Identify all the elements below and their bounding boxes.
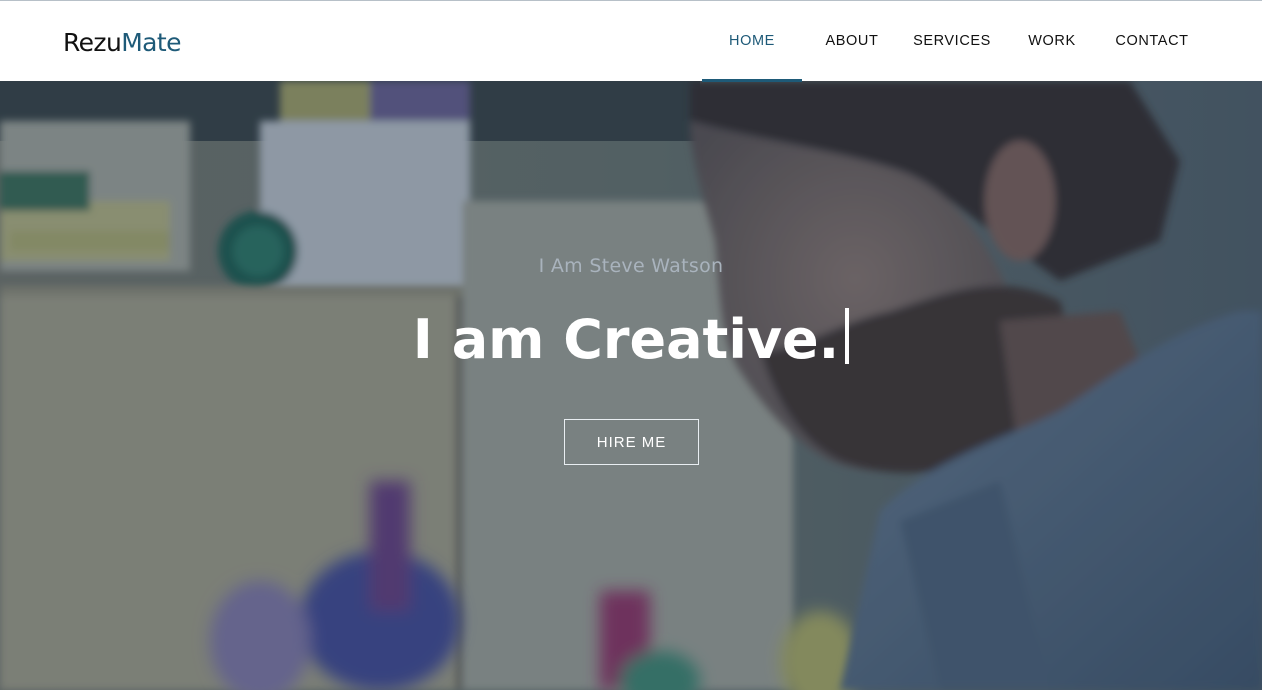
hero-title: I am Creative. bbox=[0, 305, 1262, 375]
hero-section: I Am Steve Watson I am Creative. HIRE ME bbox=[0, 81, 1262, 690]
hero-subtitle: I Am Steve Watson bbox=[538, 255, 724, 277]
brand-logo-part2: Mate bbox=[121, 28, 181, 57]
nav-item-contact[interactable]: CONTACT bbox=[1106, 1, 1198, 81]
typing-cursor bbox=[845, 308, 850, 364]
brand-logo[interactable]: RezuMate bbox=[63, 27, 181, 59]
nav-item-about[interactable]: ABOUT bbox=[816, 1, 888, 81]
nav-item-services[interactable]: SERVICES bbox=[906, 1, 998, 81]
hero-overlay bbox=[0, 81, 1262, 690]
hire-me-button[interactable]: HIRE ME bbox=[564, 419, 699, 465]
nav-item-work[interactable]: WORK bbox=[1018, 1, 1086, 81]
nav-item-home[interactable]: HOME bbox=[702, 1, 802, 82]
page: RezuMate HOME ABOUT SERVICES WORK CONTAC… bbox=[0, 0, 1262, 690]
hero-title-text: I am Creative. bbox=[412, 308, 840, 371]
top-navbar: RezuMate HOME ABOUT SERVICES WORK CONTAC… bbox=[0, 0, 1262, 82]
brand-logo-part1: Rezu bbox=[63, 28, 122, 57]
